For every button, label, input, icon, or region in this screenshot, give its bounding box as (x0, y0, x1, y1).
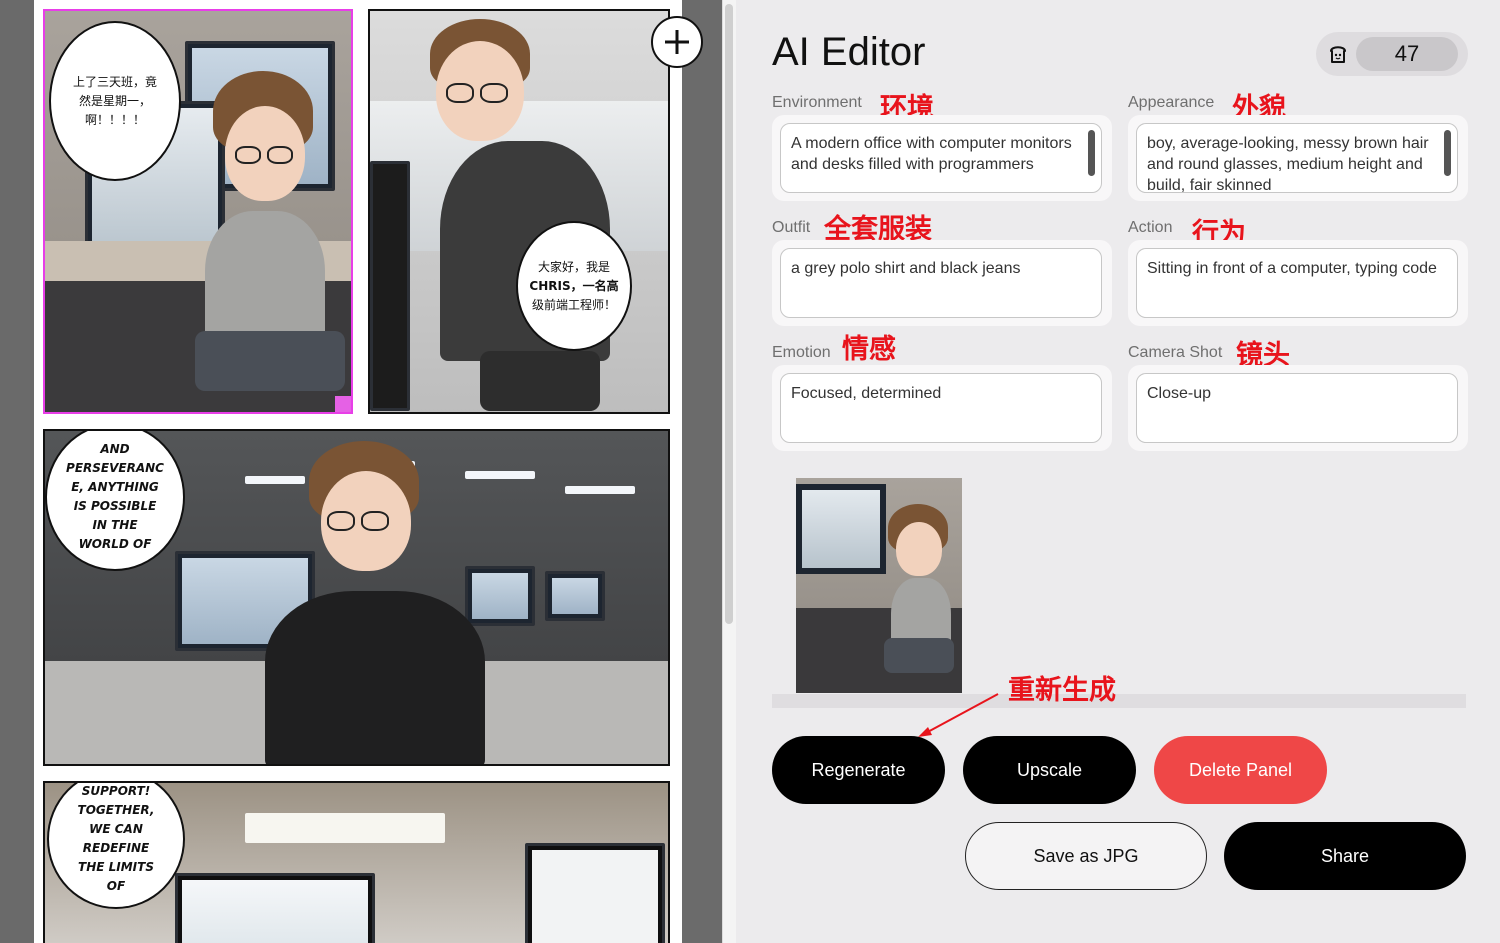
speech-bubble-text-line-2: CHRIS，一名高 (529, 278, 619, 293)
canvas-scrollbar-thumb[interactable] (725, 4, 733, 624)
comic-page: 上了三天班，竟然是星期一，啊！！！！ 大家好，我是 CHRIS，一名高 级前端工… (34, 0, 682, 943)
upscale-button[interactable]: Upscale (963, 736, 1136, 804)
ai-editor-panel: AI Editor 47 Environment 环境 A modern off… (736, 0, 1500, 943)
speech-bubble-text-line-3: 级前端工程师！ (531, 297, 616, 312)
comic-panel-2[interactable]: 大家好，我是 CHRIS，一名高 级前端工程师！ (368, 9, 670, 414)
delete-panel-button[interactable]: Delete Panel (1154, 736, 1327, 804)
speech-bubble: 上了三天班，竟然是星期一，啊！！！！ (49, 21, 181, 181)
save-as-jpg-button[interactable]: Save as JPG (965, 822, 1207, 890)
resize-handle[interactable] (335, 396, 351, 412)
canvas-margin (682, 0, 722, 943)
comic-canvas-area: 上了三天班，竟然是星期一，啊！！！！ 大家好，我是 CHRIS，一名高 级前端工… (0, 0, 722, 943)
regenerate-button[interactable]: Regenerate (772, 736, 945, 804)
add-panel-button[interactable] (651, 16, 703, 68)
speech-bubble-text: 上了三天班，竟然是星期一，啊！！！！ (72, 74, 157, 127)
share-button[interactable]: Share (1224, 822, 1466, 890)
comic-panel-4[interactable]: SUPPORT! TOGETHER, WE CAN REDEFINE THE L… (43, 781, 670, 943)
comic-panel-3[interactable]: AND PERSEVERANC E, ANYTHING IS POSSIBLE … (43, 429, 670, 766)
speech-bubble: AND PERSEVERANC E, ANYTHING IS POSSIBLE … (45, 431, 185, 571)
speech-bubble-text-line-1: 大家好，我是 (537, 259, 610, 274)
speech-bubble: 大家好，我是 CHRIS，一名高 级前端工程师！ (516, 221, 632, 351)
comic-panel-1[interactable]: 上了三天班，竟然是星期一，啊！！！！ (43, 9, 353, 414)
speech-bubble-text: AND PERSEVERANC E, ANYTHING IS POSSIBLE … (66, 442, 164, 551)
panel-2-artwork (370, 11, 668, 412)
canvas-gutter (0, 0, 34, 943)
speech-bubble-text: SUPPORT! TOGETHER, WE CAN REDEFINE THE L… (77, 784, 155, 893)
plus-icon (665, 30, 689, 54)
